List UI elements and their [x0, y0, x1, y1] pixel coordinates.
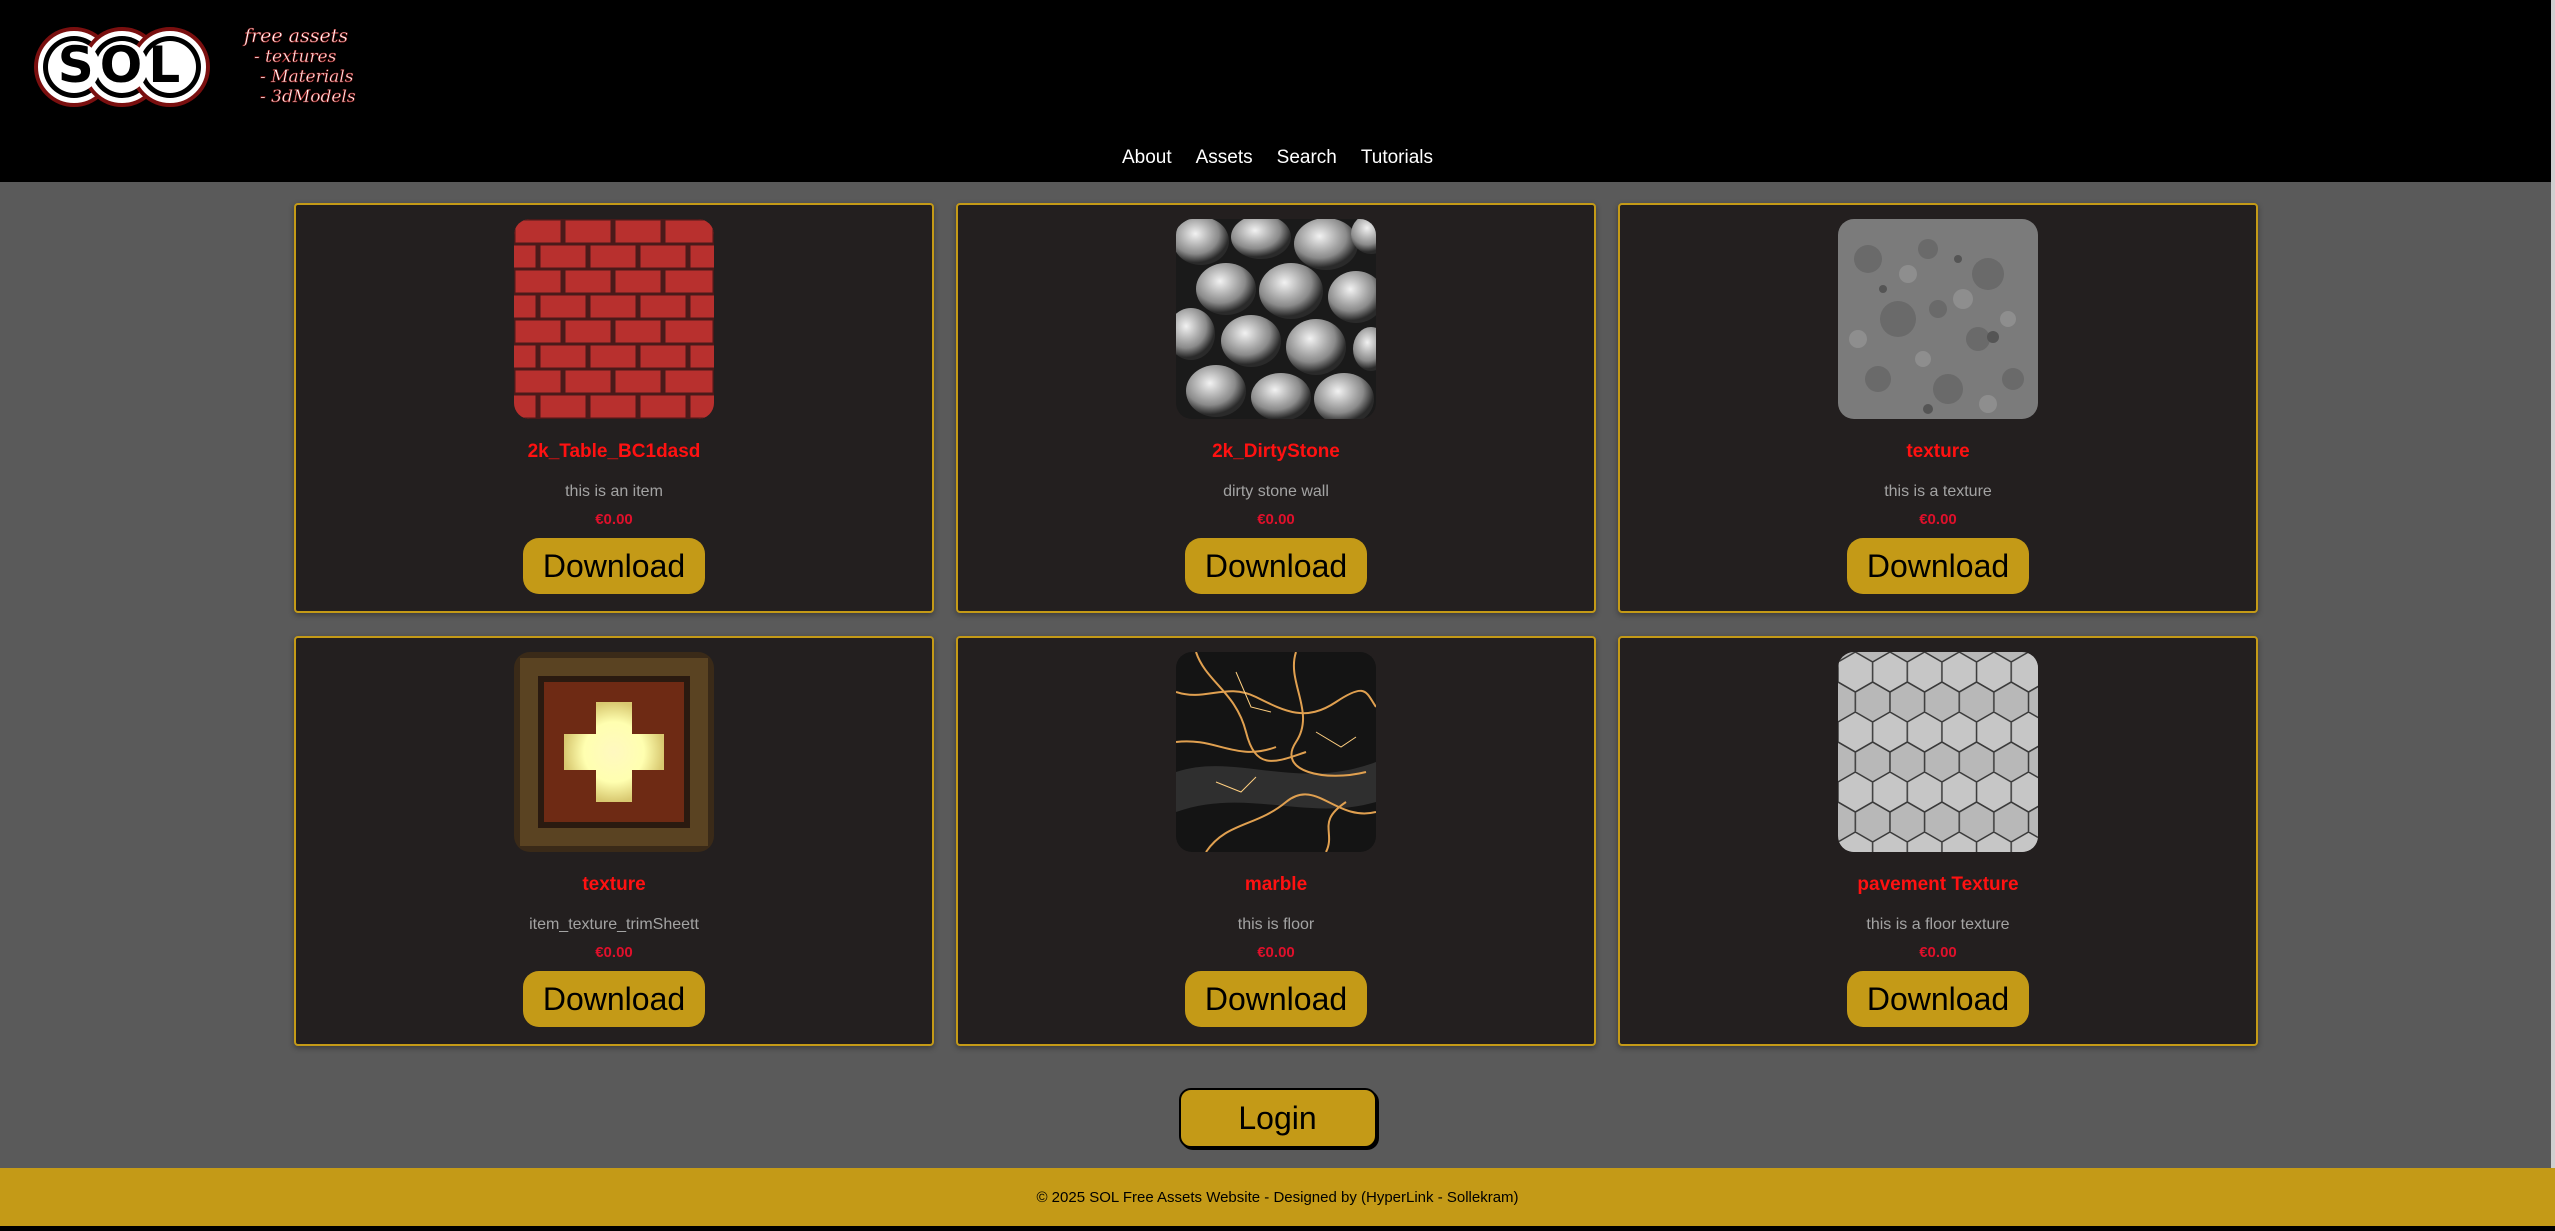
download-button[interactable]: Download	[523, 538, 705, 594]
asset-price: €0.00	[595, 944, 633, 961]
asset-title: texture	[1906, 441, 1970, 462]
header-bar: SOL free assets - textures - Materials -…	[0, 0, 2555, 182]
site-footer: © 2025 SOL Free Assets Website - Designe…	[0, 1168, 2555, 1226]
black-gold-marble-texture-thumbnail[interactable]	[1176, 652, 1376, 852]
asset-price: €0.00	[1919, 944, 1957, 961]
asset-price: €0.00	[1257, 511, 1295, 528]
logo-tagline-3: - Materials	[260, 67, 354, 87]
logo-tagline-2: - textures	[254, 47, 337, 67]
nav-about[interactable]: About	[1122, 147, 1172, 169]
login-button[interactable]: Login	[1178, 1088, 1377, 1148]
asset-price: €0.00	[595, 511, 633, 528]
main-nav: About Assets Search Tutorials	[0, 147, 2555, 169]
asset-title: 2k_Table_BC1dasd	[527, 441, 701, 462]
site-logo[interactable]: SOL free assets - textures - Materials -…	[32, 22, 362, 122]
asset-price: €0.00	[1257, 944, 1295, 961]
nav-tutorials[interactable]: Tutorials	[1361, 147, 1433, 169]
asset-grid: 2k_Table_BC1dasd this is an item €0.00 D…	[294, 203, 2258, 1046]
asset-title: 2k_DirtyStone	[1212, 441, 1340, 462]
nav-assets[interactable]: Assets	[1196, 147, 1253, 169]
asset-card: pavement Texture this is a floor texture…	[1618, 636, 2258, 1046]
asset-description: dirty stone wall	[1223, 483, 1329, 500]
asset-title: texture	[582, 874, 646, 895]
asset-card: texture item_texture_trimSheett €0.00 Do…	[294, 636, 934, 1046]
download-button[interactable]: Download	[523, 971, 705, 1027]
logo-tagline-1: free assets	[242, 25, 348, 47]
asset-price: €0.00	[1919, 511, 1957, 528]
asset-card: 2k_Table_BC1dasd this is an item €0.00 D…	[294, 203, 934, 613]
hexagon-pavement-texture-thumbnail[interactable]	[1838, 652, 2038, 852]
nav-search[interactable]: Search	[1277, 147, 1337, 169]
glowing-cross-tile-texture-thumbnail[interactable]	[514, 652, 714, 852]
scrollbar[interactable]	[2551, 0, 2555, 1231]
dirty-stone-texture-thumbnail[interactable]	[1176, 219, 1376, 419]
download-button[interactable]: Download	[1847, 971, 2029, 1027]
logo-tagline-4: - 3dModels	[260, 87, 356, 107]
red-brick-texture-thumbnail[interactable]	[514, 219, 714, 419]
logo-text: SOL	[58, 36, 186, 94]
asset-description: this is a texture	[1884, 483, 1992, 500]
asset-description: item_texture_trimSheett	[529, 916, 699, 933]
bottom-strip	[0, 1226, 2555, 1231]
asset-description: this is an item	[565, 483, 663, 500]
download-button[interactable]: Download	[1185, 538, 1367, 594]
gray-concrete-texture-thumbnail[interactable]	[1838, 219, 2038, 419]
footer-text: © 2025 SOL Free Assets Website - Designe…	[1036, 1188, 1519, 1206]
asset-card: marble this is floor €0.00 Download	[956, 636, 1596, 1046]
asset-card: 2k_DirtyStone dirty stone wall €0.00 Dow…	[956, 203, 1596, 613]
download-button[interactable]: Download	[1185, 971, 1367, 1027]
download-button[interactable]: Download	[1847, 538, 2029, 594]
login-area: Login	[0, 1088, 2555, 1148]
asset-title: marble	[1244, 874, 1308, 895]
asset-title: pavement Texture	[1857, 874, 2019, 895]
asset-card: texture this is a texture €0.00 Download	[1618, 203, 2258, 613]
asset-description: this is a floor texture	[1866, 916, 2010, 933]
asset-description: this is floor	[1237, 916, 1315, 933]
